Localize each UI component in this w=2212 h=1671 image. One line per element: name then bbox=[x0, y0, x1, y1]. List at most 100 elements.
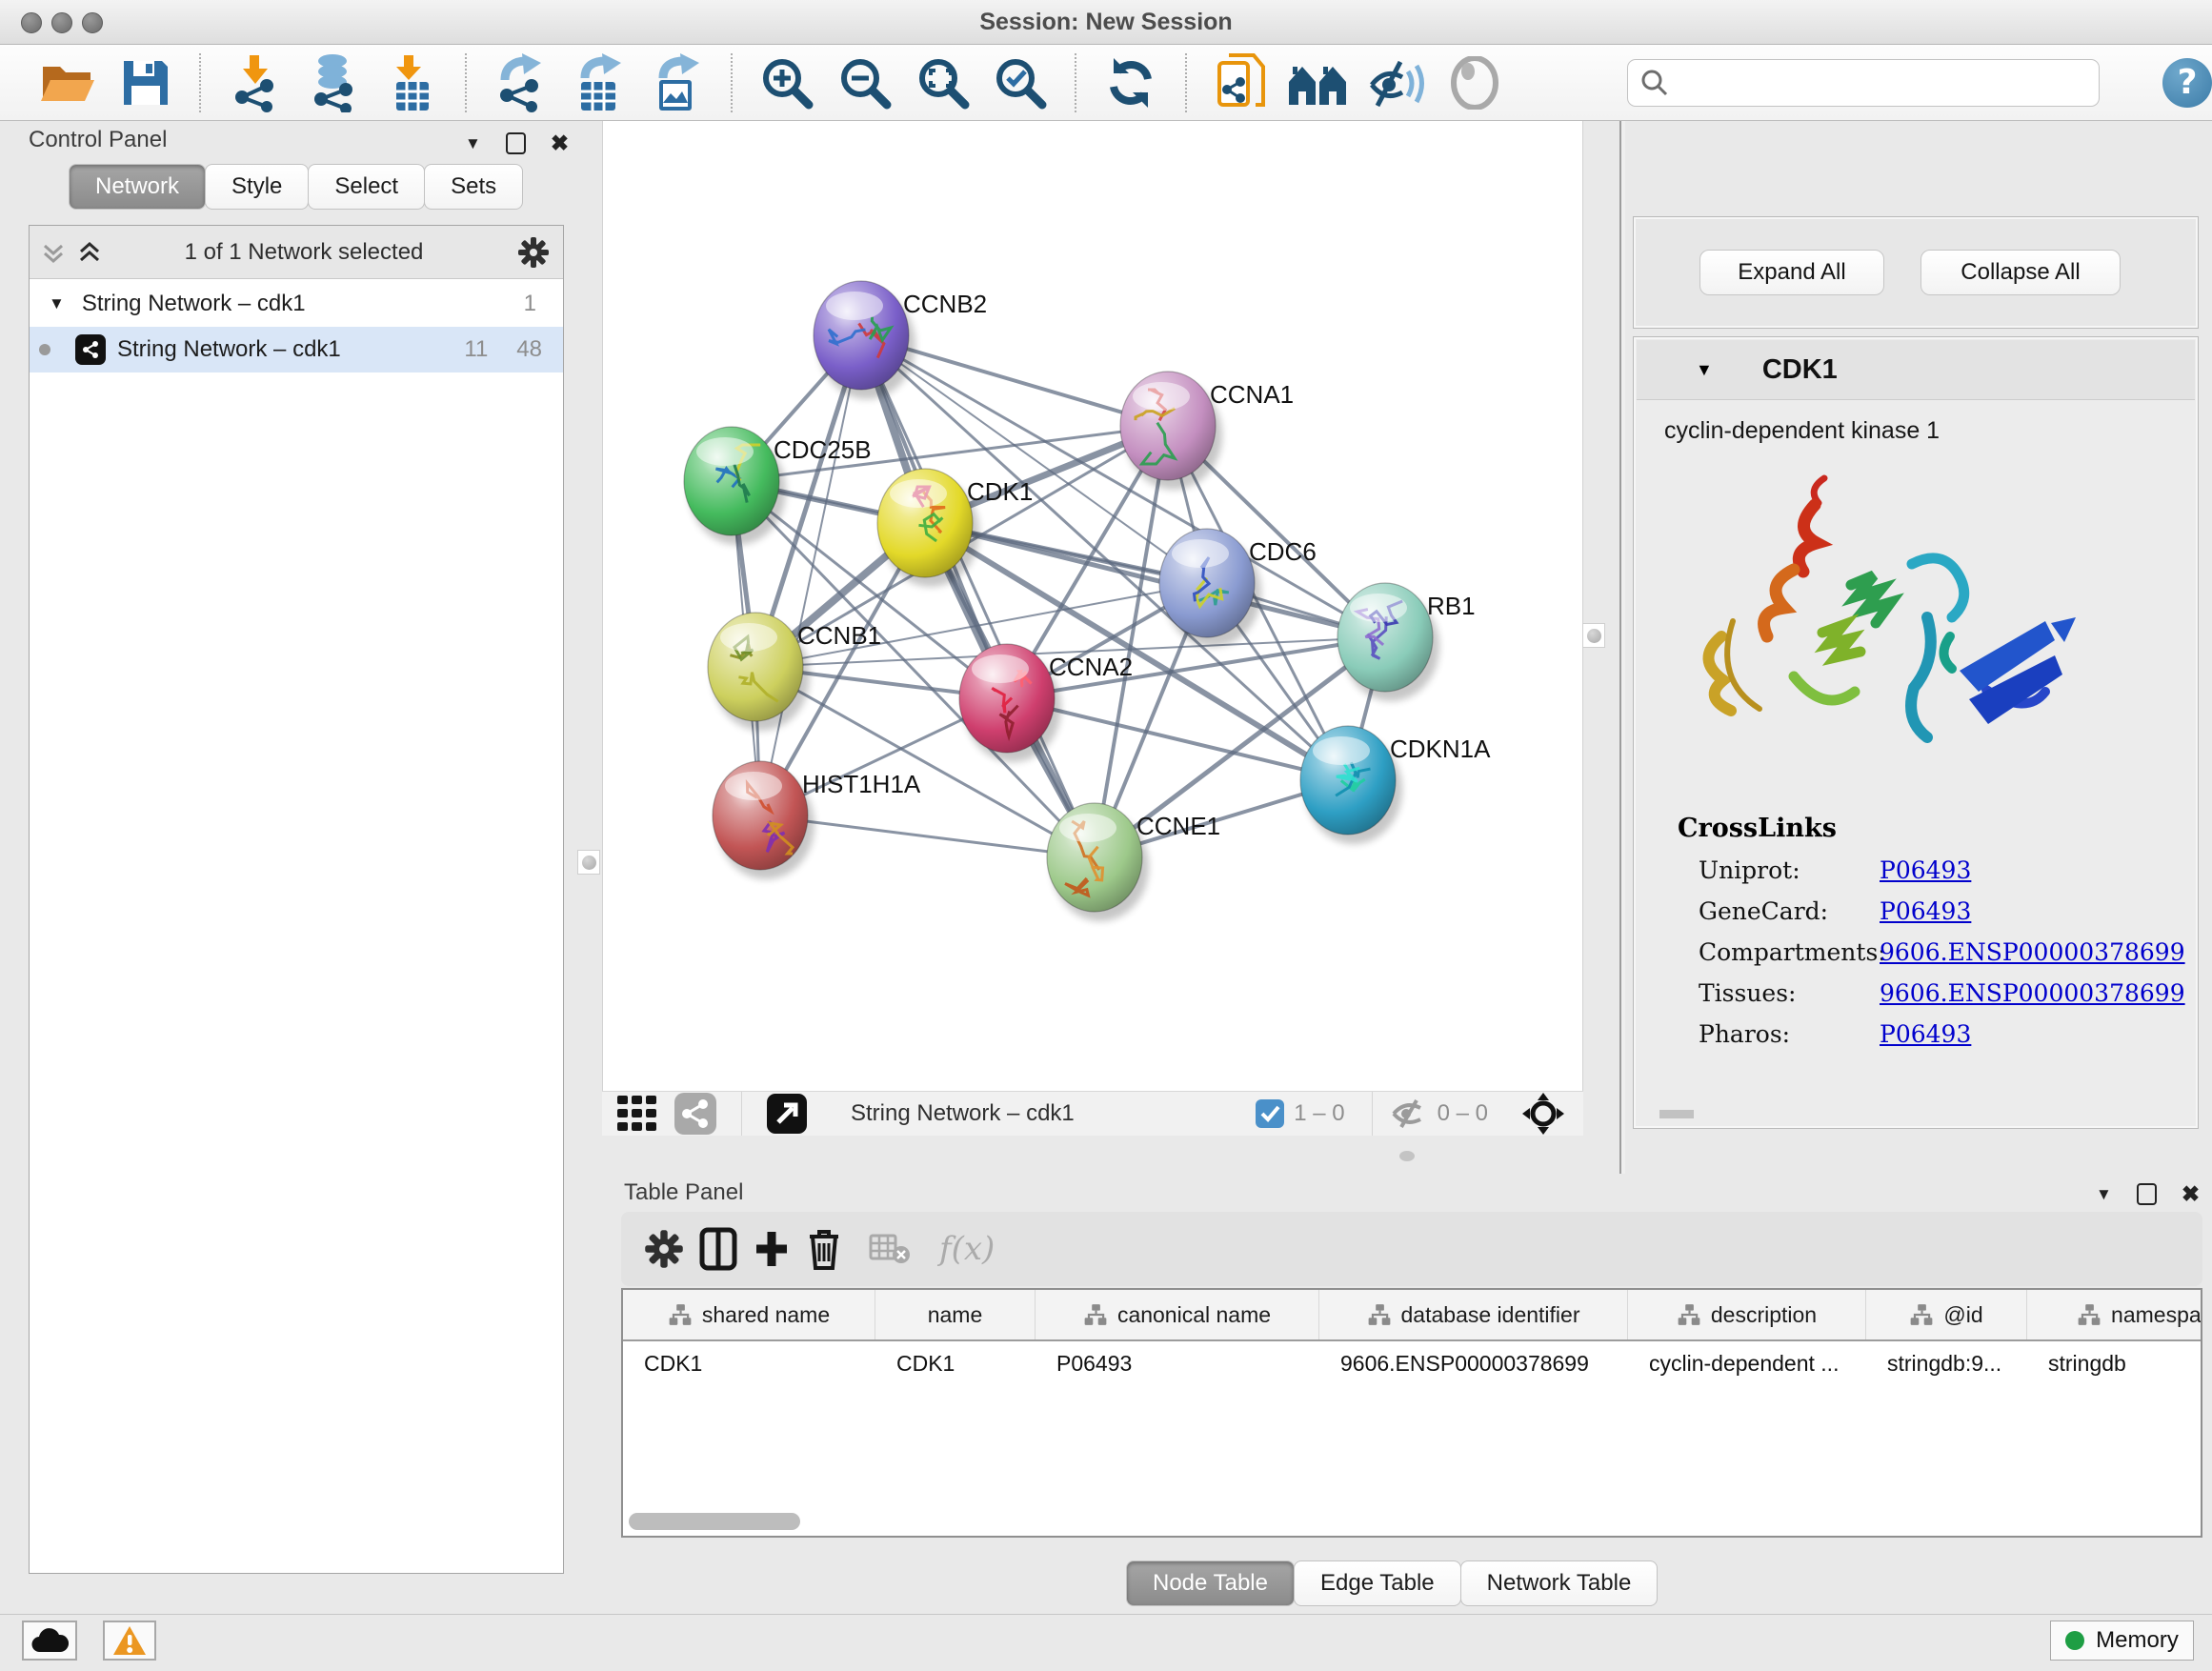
help-button[interactable]: ? bbox=[2162, 58, 2212, 108]
inactive-indicator-button[interactable] bbox=[1441, 50, 1508, 115]
gear-icon[interactable] bbox=[517, 236, 550, 269]
close-panel-icon[interactable]: ✖ bbox=[551, 132, 569, 154]
function-builder-button[interactable]: f(x) bbox=[939, 1230, 995, 1268]
toolbar-separator bbox=[731, 53, 733, 112]
crosslink-link[interactable]: P06493 bbox=[1880, 897, 1971, 925]
column-header[interactable]: name bbox=[875, 1290, 1036, 1339]
selected-checkbox-icon[interactable] bbox=[1256, 1099, 1284, 1128]
results-scrollbar-thumb[interactable] bbox=[1659, 1110, 1694, 1118]
left-splitter-handle[interactable] bbox=[577, 850, 600, 875]
crosslink-link[interactable]: P06493 bbox=[1880, 856, 1971, 884]
tab-select[interactable]: Select bbox=[308, 164, 425, 210]
crosslink-link[interactable]: 9606.ENSP00000378699 bbox=[1880, 979, 2185, 1007]
string-home-button[interactable] bbox=[1285, 50, 1352, 115]
expand-all-button[interactable]: Expand All bbox=[1699, 250, 1884, 295]
table-settings-button[interactable] bbox=[644, 1229, 684, 1269]
close-panel-icon[interactable]: ✖ bbox=[2182, 1183, 2200, 1205]
network-collection-row[interactable]: ▼ String Network – cdk1 1 bbox=[30, 281, 563, 327]
grid-view-button[interactable] bbox=[617, 1096, 659, 1132]
table-hscrollbar-thumb[interactable] bbox=[629, 1513, 800, 1530]
table-row[interactable]: CDK1CDK1P064939606.ENSP00000378699cyclin… bbox=[623, 1341, 2201, 1385]
zoom-fit-button[interactable] bbox=[910, 50, 976, 115]
splitter-knob-icon bbox=[582, 856, 596, 870]
column-header[interactable]: namespace bbox=[2027, 1290, 2202, 1339]
expand-all-icon[interactable] bbox=[77, 238, 102, 267]
open-session-button[interactable] bbox=[34, 50, 101, 115]
collapse-panel-icon[interactable]: ▼ bbox=[465, 135, 481, 151]
add-column-button[interactable] bbox=[753, 1228, 791, 1270]
hidden-count: 0 – 0 bbox=[1438, 1100, 1488, 1127]
import-network-button[interactable] bbox=[222, 50, 289, 115]
network-row-selected[interactable]: String Network – cdk1 11 48 bbox=[30, 327, 563, 372]
right-splitter-handle[interactable] bbox=[1582, 623, 1605, 648]
warnings-button[interactable] bbox=[103, 1621, 156, 1661]
crosslink-link[interactable]: P06493 bbox=[1880, 1020, 1971, 1048]
float-panel-icon[interactable] bbox=[2137, 1183, 2157, 1205]
table-delete-icon bbox=[869, 1232, 911, 1266]
import-table-button[interactable] bbox=[378, 50, 445, 115]
gene-collapse-caret[interactable]: ▼ bbox=[1696, 360, 1713, 380]
crosslinks-section: CrossLinks Uniprot:P06493GeneCard:P06493… bbox=[1634, 814, 2198, 1048]
column-label: name bbox=[928, 1302, 983, 1328]
network-from-selection-button[interactable] bbox=[1208, 50, 1275, 115]
crosslink-row: Tissues:9606.ENSP00000378699 bbox=[1699, 979, 2198, 1007]
float-panel-icon[interactable] bbox=[506, 132, 526, 154]
tab-network[interactable]: Network bbox=[69, 164, 206, 210]
tab-style[interactable]: Style bbox=[205, 164, 309, 210]
node-label: CCNB2 bbox=[903, 290, 987, 318]
apply-layout-button[interactable] bbox=[1097, 50, 1164, 115]
column-header[interactable]: canonical name bbox=[1036, 1290, 1319, 1339]
splitter-knob-icon bbox=[1587, 629, 1601, 643]
show-columns-button[interactable] bbox=[699, 1227, 737, 1271]
tab-network-table[interactable]: Network Table bbox=[1460, 1560, 1659, 1606]
export-table-button[interactable] bbox=[566, 50, 633, 115]
memory-label: Memory bbox=[2096, 1627, 2179, 1654]
grid-icon bbox=[617, 1096, 659, 1132]
column-header[interactable]: description bbox=[1628, 1290, 1866, 1339]
zoom-out-button[interactable] bbox=[832, 50, 898, 115]
hidden-eye-icon[interactable] bbox=[1390, 1098, 1428, 1129]
export-network-button[interactable] bbox=[488, 50, 554, 115]
import-network-from-database-button[interactable] bbox=[300, 50, 367, 115]
export-image-button[interactable] bbox=[644, 50, 711, 115]
tab-sets[interactable]: Sets bbox=[424, 164, 523, 210]
search-input[interactable] bbox=[1627, 59, 2100, 107]
table-cell: P06493 bbox=[1036, 1351, 1319, 1377]
collapse-all-icon[interactable] bbox=[41, 238, 66, 267]
crosslink-link[interactable]: 9606.ENSP00000378699 bbox=[1880, 938, 2185, 966]
column-header[interactable]: database identifier bbox=[1319, 1290, 1628, 1339]
delete-column-button[interactable] bbox=[806, 1227, 842, 1271]
collapse-panel-icon[interactable]: ▼ bbox=[2096, 1186, 2112, 1202]
zoom-in-button[interactable] bbox=[754, 50, 820, 115]
network-edge[interactable] bbox=[760, 335, 861, 815]
birds-eye-button[interactable] bbox=[1522, 1093, 1564, 1135]
warning-triangle-icon bbox=[111, 1624, 148, 1657]
column-label: canonical name bbox=[1117, 1302, 1271, 1328]
network-overview-button[interactable] bbox=[674, 1093, 716, 1135]
zoom-selected-button[interactable] bbox=[987, 50, 1054, 115]
import-table-icon bbox=[387, 53, 436, 112]
network-status-dot bbox=[39, 344, 50, 355]
column-label: namespace bbox=[2111, 1302, 2202, 1328]
crosslink-label: GeneCard: bbox=[1699, 897, 1880, 925]
detach-view-button[interactable] bbox=[767, 1094, 807, 1134]
collapse-all-button[interactable]: Collapse All bbox=[1920, 250, 2121, 295]
save-session-button[interactable] bbox=[112, 50, 179, 115]
tab-node-table[interactable]: Node Table bbox=[1126, 1560, 1295, 1606]
zoom-selected-icon bbox=[993, 55, 1048, 111]
gene-header[interactable]: ▼ CDK1 bbox=[1637, 340, 2195, 400]
column-header[interactable]: @id bbox=[1866, 1290, 2027, 1339]
cloud-button[interactable] bbox=[22, 1621, 77, 1661]
node-label: CCNB1 bbox=[797, 621, 881, 650]
network-view-canvas[interactable]: CCNB2CCNA1CDC25BCDK1CDC6RB1CCNB1CCNA2CDK… bbox=[602, 121, 1583, 1091]
horizontal-splitter-handle[interactable] bbox=[1399, 1151, 1415, 1161]
enable-disable-glass-button[interactable] bbox=[1363, 50, 1430, 115]
tab-edge-table[interactable]: Edge Table bbox=[1294, 1560, 1461, 1606]
gray-sphere-icon bbox=[1450, 56, 1499, 110]
delete-table-button[interactable] bbox=[869, 1232, 911, 1266]
view-toolbar-separator bbox=[1372, 1092, 1373, 1136]
crosslink-row: Compartments:9606.ENSP00000378699 bbox=[1699, 938, 2198, 966]
tree-expand-caret[interactable]: ▼ bbox=[49, 294, 65, 313]
memory-button[interactable]: Memory bbox=[2050, 1621, 2194, 1661]
column-header[interactable]: shared name bbox=[623, 1290, 875, 1339]
